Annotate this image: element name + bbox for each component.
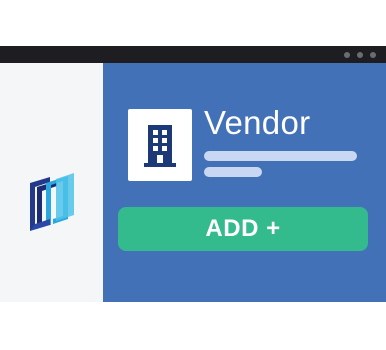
placeholder-line (204, 167, 262, 177)
app-window: Vendor ADD + (0, 46, 386, 302)
add-vendor-button[interactable]: ADD + (118, 207, 368, 251)
window-dot-icon[interactable] (357, 52, 363, 58)
placeholder-line (204, 151, 357, 161)
brand-logo-icon (23, 169, 77, 231)
window-dot-icon[interactable] (344, 52, 350, 58)
sidebar (0, 63, 103, 302)
vendor-icon-tile (128, 109, 192, 181)
vendor-title: Vendor (204, 104, 311, 141)
building-icon (144, 125, 176, 167)
window-dot-icon[interactable] (370, 52, 376, 58)
window-titlebar (0, 46, 386, 63)
vendor-panel: Vendor ADD + (103, 63, 386, 302)
